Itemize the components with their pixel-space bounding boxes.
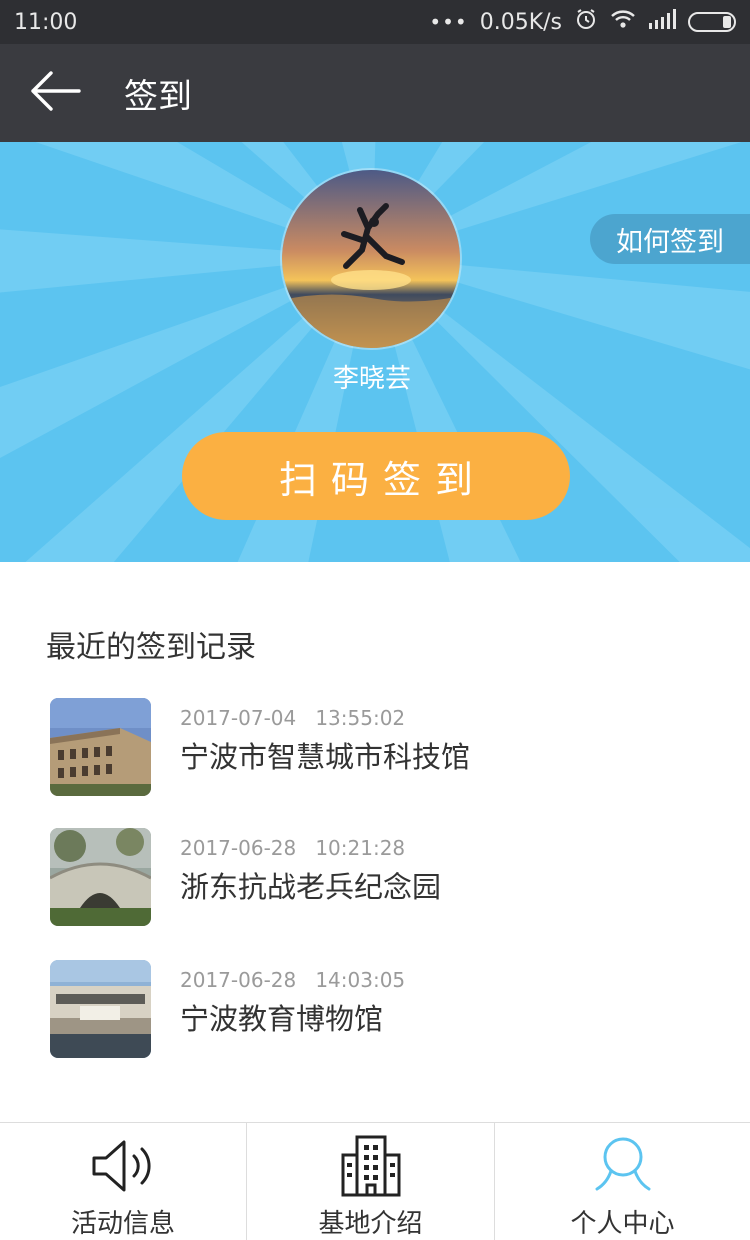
recent-records-title: 最近的签到记录 bbox=[46, 630, 256, 665]
how-to-checkin-button[interactable]: 如何签到 bbox=[590, 214, 750, 264]
venue-name: 宁波市智慧城市科技馆 bbox=[180, 740, 471, 774]
building-icon bbox=[336, 1135, 406, 1197]
status-bar: 11:00 ••• 0.05K/s bbox=[0, 0, 750, 44]
back-button[interactable] bbox=[0, 44, 110, 142]
speaker-icon bbox=[88, 1135, 158, 1197]
arrow-left-icon bbox=[29, 71, 81, 115]
venue-name: 浙东抗战老兵纪念园 bbox=[180, 870, 442, 904]
battery-icon bbox=[688, 12, 736, 32]
status-icons: ••• 0.05K/s bbox=[429, 7, 736, 37]
checkin-time: 14:03:05 bbox=[315, 968, 406, 992]
alarm-icon bbox=[574, 7, 598, 37]
checkin-time: 10:21:28 bbox=[315, 836, 406, 860]
tab-label: 基地介绍 bbox=[318, 1209, 423, 1239]
network-speed: 0.05K/s bbox=[479, 9, 562, 35]
list-item[interactable]: 2017-06-28 10:21:28 浙东抗战老兵纪念园 bbox=[50, 828, 710, 928]
tab-activity-info[interactable]: 活动信息 bbox=[0, 1123, 246, 1240]
person-icon bbox=[588, 1135, 658, 1197]
status-time: 11:00 bbox=[14, 9, 78, 35]
scan-checkin-button[interactable]: 扫码签到 bbox=[182, 432, 570, 520]
wifi-icon bbox=[610, 8, 636, 36]
venue-thumbnail bbox=[50, 698, 151, 796]
venue-thumbnail bbox=[50, 828, 151, 926]
checkin-time: 13:55:02 bbox=[315, 706, 406, 730]
list-item[interactable]: 2017-06-28 14:03:05 宁波教育博物馆 bbox=[50, 960, 710, 1060]
checkin-datetime: 2017-06-28 14:03:05 bbox=[180, 968, 405, 992]
avatar[interactable] bbox=[282, 170, 460, 348]
tab-personal-center[interactable]: 个人中心 bbox=[494, 1123, 750, 1240]
tab-label: 个人中心 bbox=[570, 1209, 675, 1239]
username: 李晓芸 bbox=[332, 364, 411, 394]
checkin-hero: 李晓芸 如何签到 扫码签到 bbox=[0, 142, 750, 562]
bottom-navigation: 活动信息 基地介绍 个人中心 bbox=[0, 1122, 750, 1240]
tab-label: 活动信息 bbox=[70, 1209, 175, 1239]
app-bar: 签到 bbox=[0, 44, 750, 142]
checkin-datetime: 2017-07-04 13:55:02 bbox=[180, 706, 405, 730]
checkin-date: 2017-06-28 bbox=[180, 836, 297, 860]
list-item[interactable]: 2017-07-04 13:55:02 宁波市智慧城市科技馆 bbox=[50, 698, 710, 798]
venue-thumbnail bbox=[50, 960, 151, 1058]
signal-icon bbox=[648, 9, 676, 35]
checkin-datetime: 2017-06-28 10:21:28 bbox=[180, 836, 405, 860]
checkin-date: 2017-07-04 bbox=[180, 706, 297, 730]
page-title: 签到 bbox=[124, 76, 192, 117]
checkin-date: 2017-06-28 bbox=[180, 968, 297, 992]
venue-name: 宁波教育博物馆 bbox=[180, 1002, 384, 1036]
more-dots: ••• bbox=[429, 10, 468, 34]
tab-base-intro[interactable]: 基地介绍 bbox=[246, 1123, 494, 1240]
